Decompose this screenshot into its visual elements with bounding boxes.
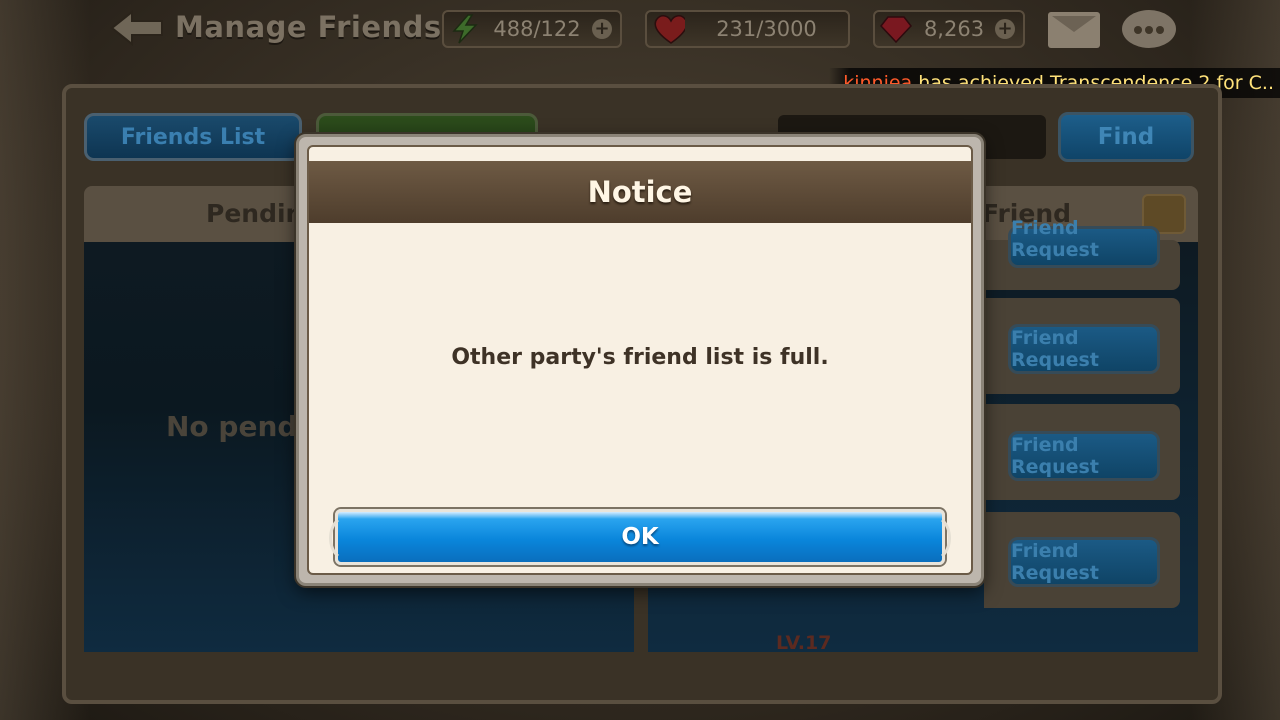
mail-icon[interactable] (1048, 12, 1100, 48)
top-bar: Manage Friends 488/122 + 231/3000 8,263 … (0, 0, 1280, 60)
friend-request-button[interactable]: Friend Request (1008, 537, 1160, 587)
tab-friends-list[interactable]: Friends List (84, 113, 302, 161)
energy-counter: 488/122 + (442, 10, 622, 48)
energy-value: 488/122 (493, 17, 581, 41)
ornament-icon (940, 518, 951, 558)
gem-icon (879, 14, 913, 44)
notice-title: Notice (587, 175, 693, 209)
back-button[interactable] (110, 10, 164, 46)
gems-value: 8,263 (923, 17, 985, 41)
hearts-counter: 231/3000 (645, 10, 850, 48)
ok-button[interactable]: OK (329, 509, 951, 565)
ornament-icon (329, 518, 340, 558)
page-title: Manage Friends (175, 10, 442, 44)
gems-counter: 8,263 + (873, 10, 1025, 48)
back-arrow-icon (110, 10, 163, 46)
pending-empty-text: No pendi (166, 410, 308, 443)
level-label: LV.17 (776, 632, 832, 654)
friend-request-button[interactable]: Friend Request (1008, 217, 1160, 268)
hearts-value: 231/3000 (716, 17, 817, 41)
lightning-icon (448, 14, 482, 44)
ok-label: OK (621, 524, 659, 550)
notice-dialog-body: Notice Other party's friend list is full… (307, 145, 973, 575)
friend-request-button[interactable]: Friend Request (1008, 324, 1160, 374)
chat-icon[interactable] (1122, 10, 1176, 48)
notice-header: Notice (309, 161, 971, 223)
heart-icon (651, 14, 685, 44)
add-gems-button[interactable]: + (995, 19, 1015, 39)
find-button[interactable]: Find (1058, 112, 1194, 162)
add-energy-button[interactable]: + (592, 19, 612, 39)
notice-message: Other party's friend list is full. (451, 345, 829, 370)
friend-request-button[interactable]: Friend Request (1008, 431, 1160, 481)
notice-dialog: Notice Other party's friend list is full… (296, 134, 984, 586)
